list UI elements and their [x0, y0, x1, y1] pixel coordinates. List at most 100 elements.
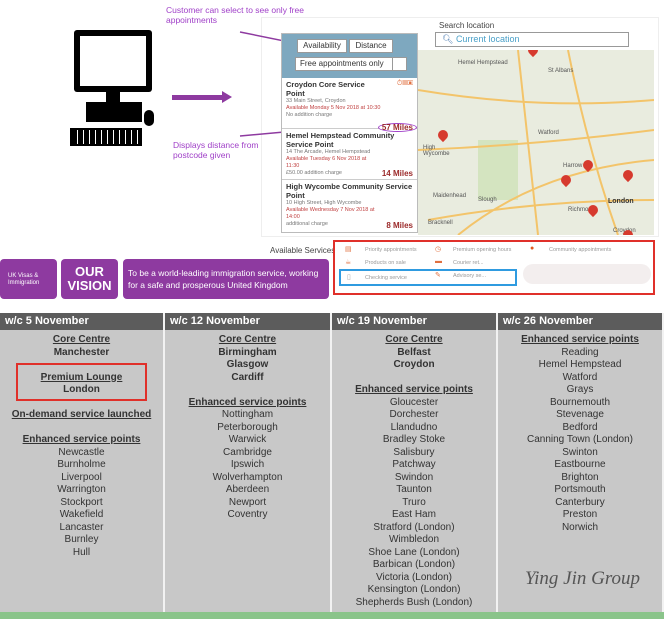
location-item: Hemel Hempstead — [538, 359, 622, 370]
section-heading: Enhanced service points — [355, 384, 473, 395]
section-heading: Enhanced service points — [22, 434, 141, 445]
location-item: East Ham — [392, 509, 436, 520]
location-item: Portsmouth — [554, 484, 606, 495]
services-title: Available Services — [270, 246, 336, 255]
watermark: Ying Jin Group — [525, 568, 641, 589]
map-roads — [418, 50, 654, 235]
blur-overlay — [523, 264, 651, 284]
vision-label: OUR VISION — [61, 259, 118, 299]
section-heading: Core Centre — [52, 334, 111, 345]
search-icon: 🔍︎ — [442, 34, 456, 44]
location-item: Stockport — [60, 496, 103, 508]
section-heading: Enhanced service points — [521, 334, 639, 345]
location-item: Burnholme — [57, 459, 106, 470]
result-card[interactable]: Croydon Core Service Point 33 Main Stree… — [282, 78, 417, 132]
courier-icon: ▬ — [435, 258, 442, 265]
distance: 8 Miles — [386, 221, 413, 230]
week-header: w/c 26 November — [498, 313, 664, 330]
week-header: w/c 12 November — [165, 313, 332, 330]
location-item: Nottingham — [221, 409, 274, 420]
location-item: Burnley — [64, 534, 99, 545]
location-item: Liverpool — [61, 471, 102, 483]
location-item: Aberdeen — [225, 484, 270, 495]
location-item: Truro — [402, 496, 426, 508]
location-item: Belfast — [397, 346, 431, 358]
services-legend: ▤ Priority appointments ◷ Premium opening … — [333, 240, 655, 295]
result-card[interactable]: High Wycombe Community Service Point 10 … — [282, 180, 417, 231]
location-item: Gloucester — [389, 396, 439, 408]
location-item: Shepherds Bush (London) — [355, 596, 473, 608]
location-item: Brighton — [561, 471, 599, 483]
free-only-checkbox[interactable] — [392, 57, 407, 71]
document-icon: ▯ — [347, 274, 351, 281]
computer-icon — [66, 30, 156, 150]
location-item: Shoe Lane (London) — [368, 546, 460, 558]
location-item: Croydon — [393, 359, 435, 370]
location-item: Norwich — [561, 521, 599, 533]
location-item: Kensington (London) — [367, 584, 461, 595]
location-item: Wimbledon — [388, 534, 440, 545]
search-label: Search location — [439, 21, 495, 30]
location-item: Birmingham — [218, 346, 277, 358]
location-item: Wakefield — [59, 509, 104, 520]
priority-icon: ▤ — [345, 246, 352, 253]
map[interactable]: Hemel Hempstead St Albans Watford High W… — [418, 50, 654, 235]
sort-availability-button[interactable]: Availability — [297, 39, 347, 53]
location-item: Glasgow — [226, 359, 269, 370]
results-list: Availability Distance Free appointments … — [281, 33, 418, 233]
location-item: Bedford — [562, 421, 598, 433]
location-item: Llandudno — [390, 421, 438, 433]
bottom-bar — [0, 612, 664, 619]
location-item: Dorchester — [389, 409, 439, 420]
arrow-right — [172, 95, 224, 100]
location-item: Canterbury — [555, 496, 605, 508]
location-item: Newport — [228, 496, 267, 508]
location-item: Barbican (London) — [372, 559, 456, 570]
location-item: Stratford (London) — [373, 521, 455, 533]
location-item: Cambridge — [223, 446, 272, 458]
location-item: Warrington — [57, 484, 106, 495]
location-item: Newcastle — [58, 446, 105, 458]
location-item: Hull — [72, 546, 91, 558]
location-item: Preston — [562, 509, 598, 520]
location-item: Warwick — [228, 434, 267, 445]
location-item: Eastbourne — [554, 459, 606, 470]
search-input[interactable]: 🔍︎ Current location — [435, 32, 629, 47]
location-item: Wolverhampton — [212, 471, 283, 483]
result-card[interactable]: Hemel Hempstead Community Service Point … — [282, 129, 417, 180]
location-item: Lancaster — [59, 521, 104, 533]
location-item: Bradley Stoke — [382, 434, 446, 445]
location-item: Grays — [566, 384, 594, 395]
week-column: Core Centre Belfast Croydon Enhanced servic… — [332, 330, 498, 613]
location-item: Salisbury — [393, 446, 435, 458]
week-header: w/c 5 November — [0, 313, 165, 330]
location-item: Bournemouth — [549, 396, 611, 408]
premium-lounge-highlight — [16, 363, 147, 401]
location-item: Swinton — [562, 446, 598, 458]
section-heading: Core Centre — [385, 334, 443, 345]
location-item: Reading — [561, 346, 599, 358]
distance: 14 Miles — [381, 169, 413, 178]
location-item: Taunton — [396, 484, 432, 495]
week-column: Core Centre Birmingham Glasgow Cardiff Enhan… — [165, 330, 332, 613]
location-item: Watford — [562, 371, 598, 383]
week-header: w/c 19 November — [332, 313, 498, 330]
cup-icon: ☕︎ — [345, 259, 352, 266]
pin-icon: ● — [530, 245, 535, 252]
ukvi-logo: UK Visas & Immigration — [0, 259, 57, 299]
location-item: Ipswich — [230, 459, 265, 470]
sort-distance-button[interactable]: Distance — [349, 39, 393, 53]
section-heading: Core Centre — [218, 334, 277, 345]
clock-icon: ◷ — [435, 246, 442, 253]
location-item: Victoria (London) — [376, 571, 452, 583]
section-heading: On-demand service launched — [11, 409, 152, 420]
location-item: Coventry — [227, 509, 268, 520]
location-item: Canning Town (London) — [526, 434, 633, 445]
filter-bar: Availability Distance Free appointments … — [282, 34, 417, 78]
location-item: Peterborough — [217, 421, 278, 433]
advisory-icon: ✎ — [435, 272, 441, 279]
location-item: Stevenage — [556, 409, 604, 420]
location-item: Manchester — [53, 346, 110, 358]
vision-statement: To be a world-leading immigration servic… — [123, 259, 329, 299]
section-heading: Enhanced service points — [188, 396, 307, 408]
